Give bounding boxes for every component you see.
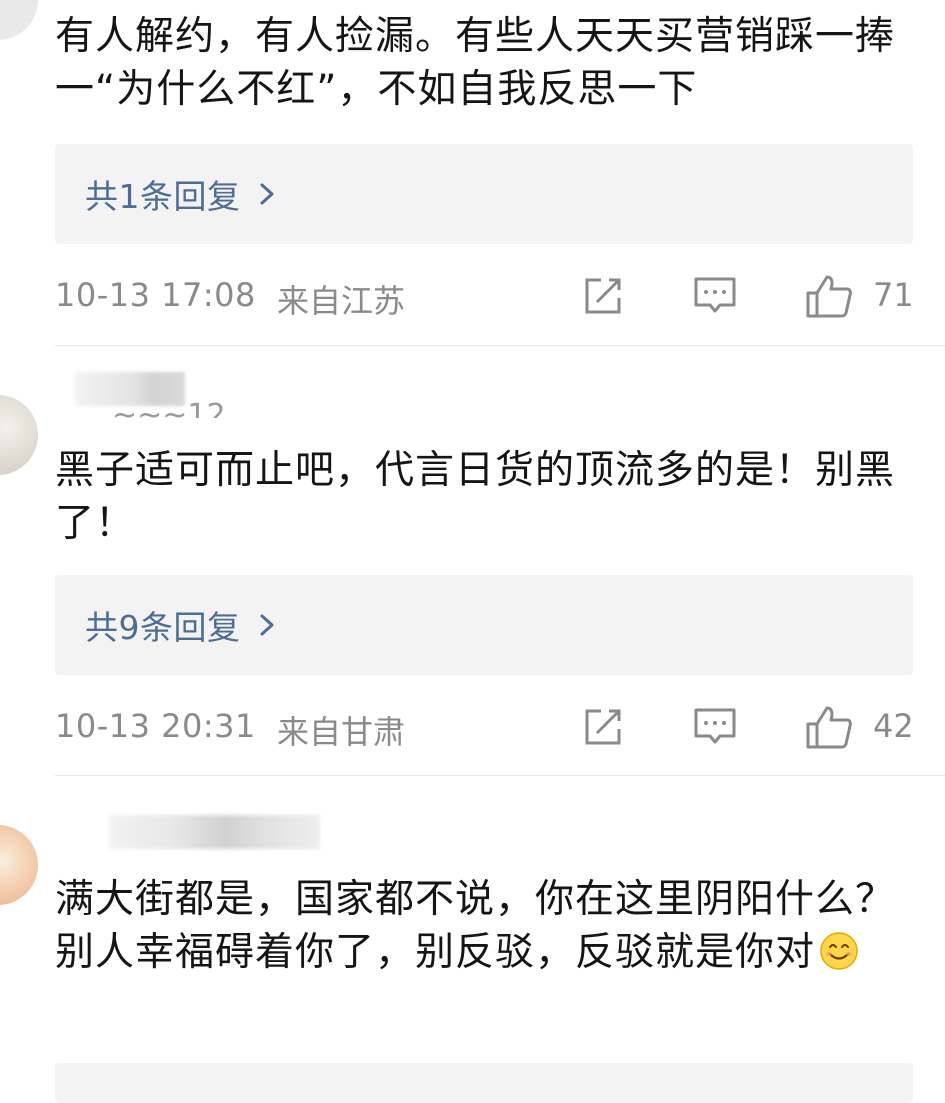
share-icon[interactable] xyxy=(579,272,627,320)
chevron-right-icon xyxy=(255,179,279,209)
avatar[interactable] xyxy=(0,825,38,905)
username-blurred[interactable] xyxy=(110,815,320,849)
avatar[interactable] xyxy=(0,395,38,475)
comment-text: 黑子适可而止吧，代言日货的顶流多的是！别黑了！ xyxy=(55,448,896,546)
comment-text-body: 满大街都是，国家都不说，你在这里阴阳什么？别人幸福碍着你了，别反驳，反驳就是你对 xyxy=(55,877,896,975)
reply-count-label: 共1条回复 xyxy=(85,177,241,216)
location: 来自江苏 xyxy=(277,282,406,320)
username[interactable]: ~~~12 xyxy=(112,398,226,418)
like-icon[interactable] xyxy=(805,703,853,751)
avatar[interactable] xyxy=(0,0,38,40)
view-replies-button[interactable] xyxy=(55,1063,913,1103)
comment-icon[interactable] xyxy=(691,703,739,751)
divider xyxy=(55,345,945,346)
timestamp: 10-13 20:31 xyxy=(55,707,256,745)
comment-icon[interactable] xyxy=(691,272,739,320)
view-replies-button[interactable]: 共9条回复 xyxy=(55,575,913,675)
timestamp: 10-13 17:08 xyxy=(55,276,256,314)
location: 来自甘肃 xyxy=(277,713,406,751)
like-count: 71 xyxy=(873,276,914,314)
chevron-right-icon xyxy=(255,610,279,640)
view-replies-button[interactable]: 共1条回复 xyxy=(55,144,913,244)
share-icon[interactable] xyxy=(579,703,627,751)
smile-emoji-icon xyxy=(819,931,859,971)
like-icon[interactable] xyxy=(805,272,853,320)
comment-text: 满大街都是，国家都不说，你在这里阴阳什么？别人幸福碍着你了，别反驳，反驳就是你对 xyxy=(55,873,915,979)
divider xyxy=(55,775,945,776)
comment-text: 有人解约，有人捡漏。有些人天天买营销踩一捧一“为什么不红”，不如自我反思一下 xyxy=(55,14,896,112)
comment-meta: 10-13 17:08 来自江苏 71 xyxy=(55,272,914,322)
comment-meta: 10-13 20:31 来自甘肃 42 xyxy=(55,703,914,753)
like-count: 42 xyxy=(873,707,914,745)
reply-count-label: 共9条回复 xyxy=(85,608,241,647)
comment-list: 有人解约，有人捡漏。有些人天天买营销踩一捧一“为什么不红”，不如自我反思一下 共… xyxy=(0,0,945,1103)
